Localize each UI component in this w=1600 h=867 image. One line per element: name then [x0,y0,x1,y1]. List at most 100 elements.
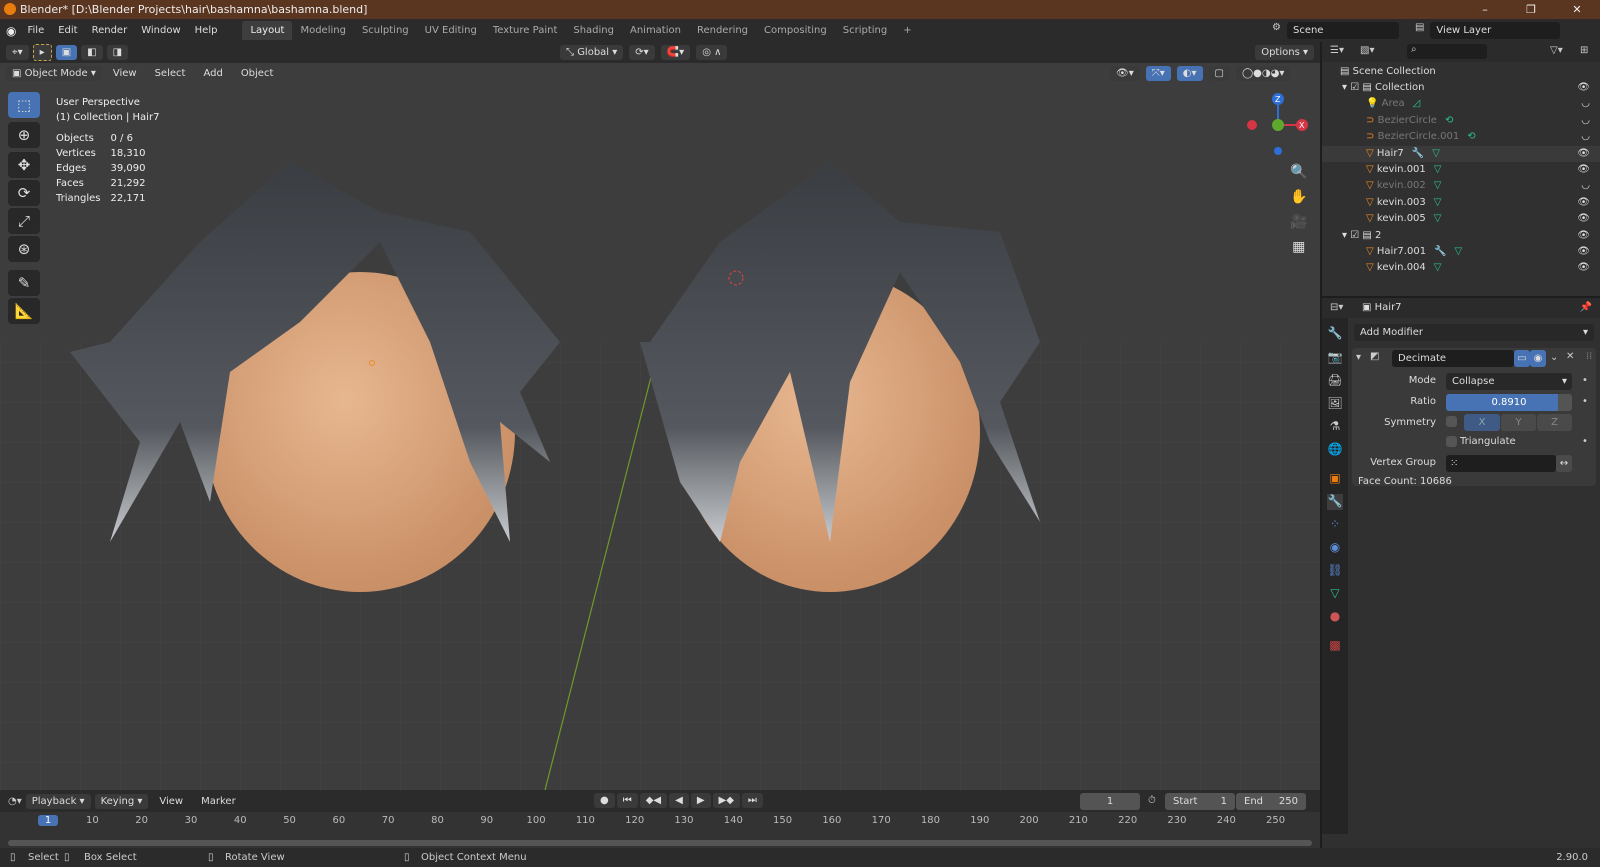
viewport-menu-add[interactable]: Add [196,68,229,79]
tab-layout[interactable]: Layout [242,21,293,40]
select-tool-icon[interactable]: ▸ [32,44,52,61]
mesh-data-icon[interactable]: ▽ [1455,246,1463,257]
transform-orientation-dropdown[interactable]: ⤡ Global ▾ [560,45,624,60]
3d-viewport[interactable]: ⌖▾ ▸ ▣ ◧ ◨ ⤡ Global ▾ ⟳▾ 🧲▾ ◎ ∧ Options … [0,42,1320,790]
show-render-icon[interactable]: ◉ [1530,350,1546,367]
outliner-item[interactable]: ▾ ☑ ▤ 2 👁 [1322,228,1600,244]
modifier-icon[interactable]: 🔧 [1434,246,1446,257]
visibility-icon[interactable]: 👁▾ [1110,66,1140,81]
new-collection-icon[interactable]: ⊞ [1580,45,1588,56]
mesh-data-icon[interactable]: ▽ [1434,213,1442,224]
view-layer-tab-icon[interactable]: 🖼 [1327,396,1343,412]
symmetry-checkbox[interactable] [1446,416,1457,427]
tab-rendering[interactable]: Rendering [689,21,756,40]
outliner-item[interactable]: ▾ ☑ ▤ Collection 👁 [1322,80,1600,96]
transform-tool-icon[interactable]: ⊛ [8,236,40,262]
xray-icon[interactable]: ▢ [1208,66,1230,81]
record-icon[interactable]: ● [594,793,615,808]
timeline-menu-view[interactable]: View [152,796,190,807]
play-reverse-icon[interactable]: ◀ [669,793,689,808]
outliner-item[interactable]: ▽ kevin.001 ▽ 👁 [1322,162,1600,178]
modifier-icon[interactable]: 🔧 [1412,148,1424,159]
visibility-checkbox[interactable]: ☑ [1350,230,1359,241]
use-preview-range-icon[interactable]: ⏱ [1148,795,1156,806]
outliner-item[interactable]: ⊃ BezierCircle ⟲ ◡ [1322,113,1600,129]
overlay-toggle-icon[interactable]: ◐▾ [1176,66,1203,81]
curve-data-icon[interactable]: ⟲ [1467,131,1475,142]
constraints-tab-icon[interactable]: ⛓ [1327,563,1343,579]
modifier-menu-icon[interactable]: ⌄ [1550,352,1558,363]
collapse-toggle-icon[interactable]: ▾ [1356,352,1361,363]
render-tab-icon[interactable]: 📷 [1327,350,1343,366]
pivot-point-icon[interactable]: ⟳▾ [629,45,655,60]
tab-uv-editing[interactable]: UV Editing [417,21,485,40]
rotate-tool-icon[interactable]: ⟳ [8,180,40,206]
hidden-eye-icon[interactable]: ◡ [1581,178,1590,194]
tab-modeling[interactable]: Modeling [292,21,354,40]
menu-help[interactable]: Help [188,25,225,36]
viewport-menu-object[interactable]: Object [234,68,281,79]
pan-view-icon[interactable]: ✋ [1290,185,1307,210]
timeline-menu-marker[interactable]: Marker [194,796,243,807]
eye-icon[interactable]: 👁 [1577,80,1590,96]
tab-compositing[interactable]: Compositing [756,21,835,40]
proportional-edit-icon[interactable]: ◎ ∧ [696,45,728,60]
eye-icon[interactable]: 👁 [1577,244,1590,260]
start-frame-field[interactable]: Start 1 [1165,793,1235,810]
outliner-item[interactable]: ▽ kevin.003 ▽ 👁 [1322,195,1600,211]
outliner-item[interactable]: ▽ Hair7 🔧 ▽ 👁 [1322,145,1600,162]
menu-render[interactable]: Render [85,25,135,36]
mode-dropdown[interactable]: Collapse ▾ [1446,373,1572,390]
outliner-item[interactable]: ▽ kevin.005 ▽ 👁 [1322,211,1600,227]
visibility-checkbox[interactable]: ☑ [1350,82,1359,93]
close-button[interactable]: ✕ [1554,0,1600,19]
current-frame-field[interactable]: 1 [1080,793,1140,810]
mesh-data-icon[interactable]: ▽ [1434,262,1442,273]
outliner-item[interactable]: ▽ kevin.004 ▽ 👁 [1322,260,1600,276]
next-keyframe-icon[interactable]: ▶◆ [712,793,740,808]
keyframe-dot-icon[interactable]: • [1582,375,1588,386]
tab-texture-paint[interactable]: Texture Paint [485,21,566,40]
object-tab-icon[interactable]: ▣ [1327,471,1343,487]
vertex-group-input[interactable]: ⁙ [1446,455,1556,472]
mesh-data-icon[interactable]: ▽ [1432,148,1440,159]
symmetry-axis-y[interactable]: Y [1501,414,1536,431]
tab-sculpting[interactable]: Sculpting [354,21,417,40]
mesh-data-icon[interactable]: ▽ [1434,197,1442,208]
timeline-editor-icon[interactable]: ◔▾ [8,796,22,807]
mesh-data-icon[interactable]: ▽ [1434,180,1442,191]
playhead[interactable]: 1 [38,815,58,826]
texture-tab-icon[interactable]: ▩ [1327,638,1343,654]
move-tool-icon[interactable]: ✥ [8,152,40,178]
particles-tab-icon[interactable]: ⁘ [1327,517,1343,533]
symmetry-axis-z[interactable]: Z [1537,414,1572,431]
ratio-slider[interactable]: 0.8910 [1446,394,1572,411]
mode-dropdown[interactable]: ▣ Object Mode ▾ [6,66,102,81]
cursor-tool-icon[interactable]: ⊕ [8,122,40,148]
eye-icon[interactable]: 👁 [1577,195,1590,211]
select-mode-subtract-icon[interactable]: ◨ [106,45,129,60]
modifier-tab-icon[interactable]: 🔧 [1327,494,1343,510]
scale-tool-icon[interactable]: ⤢ [8,208,40,234]
ortho-toggle-icon[interactable]: ▦ [1290,235,1307,260]
menu-edit[interactable]: Edit [51,25,84,36]
menu-file[interactable]: File [20,25,51,36]
symmetry-axis-x[interactable]: X [1464,414,1500,431]
menu-window[interactable]: Window [134,25,187,36]
select-mode-extend-icon[interactable]: ◧ [81,45,103,60]
filter-icon[interactable]: ▽▾ [1550,45,1563,56]
camera-view-icon[interactable]: 🎥 [1290,210,1307,235]
material-tab-icon[interactable]: ● [1327,609,1343,625]
keyframe-dot-icon[interactable]: • [1582,396,1588,407]
annotate-tool-icon[interactable]: ✎ [8,270,40,296]
scene-selector[interactable]: Scene [1286,22,1399,39]
jump-end-icon[interactable]: ⏭ [741,793,763,808]
show-viewport-icon[interactable]: ▭ [1514,350,1530,367]
mesh-data-tab-icon[interactable]: ▽ [1327,586,1343,602]
prev-keyframe-icon[interactable]: ◆◀ [639,793,668,808]
add-workspace-button[interactable]: + [895,21,919,40]
gizmo-toggle-icon[interactable]: ⤧▾ [1145,66,1171,81]
tab-shading[interactable]: Shading [565,21,622,40]
jump-start-icon[interactable]: ⏮ [616,793,638,808]
eye-icon[interactable]: 👁 [1577,146,1590,162]
